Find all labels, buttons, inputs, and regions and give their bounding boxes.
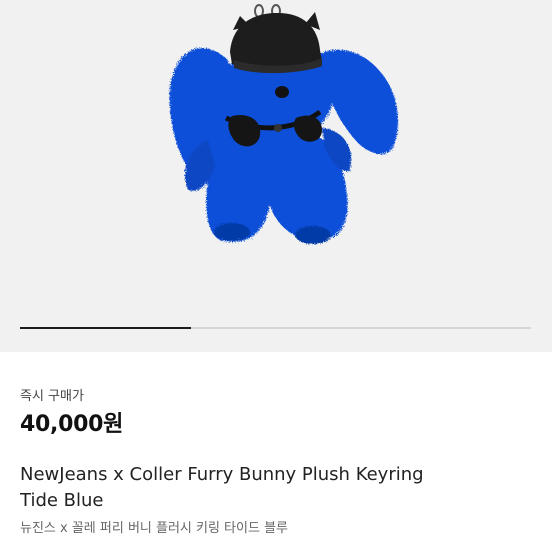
image-carousel-progress-fill	[20, 327, 192, 329]
product-image	[169, 4, 398, 244]
image-carousel-progress	[20, 327, 531, 329]
product-title-line-2: Tide Blue	[20, 490, 104, 511]
price-label: 즉시 구매가	[20, 389, 84, 404]
product-title[interactable]: NewJeans x Coller Furry Bunny Plush Keyr…	[20, 462, 532, 514]
product-title-line-1: NewJeans x Coller Furry Bunny Plush Keyr…	[20, 464, 424, 485]
beanie	[230, 12, 322, 74]
product-image-area[interactable]	[0, 0, 552, 352]
price: 40,000원	[20, 412, 124, 437]
product-title-korean: 뉴진스 x 꼴레 퍼리 버니 플러시 키링 타이드 블루	[20, 521, 288, 536]
